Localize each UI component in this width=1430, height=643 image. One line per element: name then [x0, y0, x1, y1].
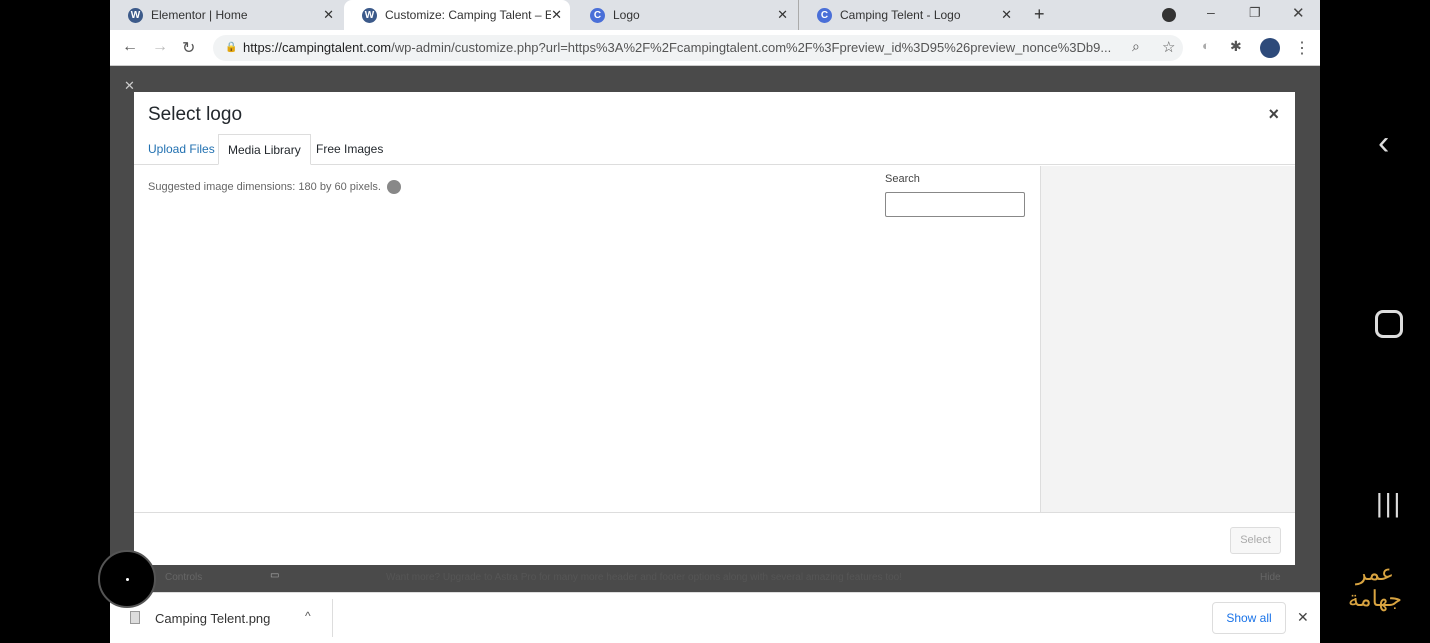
profile-dropdown-icon[interactable] [1162, 8, 1176, 22]
extension-icon[interactable]: ◐ [1202, 38, 1210, 53]
file-icon [130, 611, 140, 624]
address-bar-row: ← → ↻ 🔒 https://campingtalent.com/wp-adm… [110, 30, 1320, 66]
close-window-icon[interactable]: ✕ [1292, 4, 1305, 22]
watermark: عمر جهامة [1340, 560, 1410, 612]
wordpress-icon: W [362, 7, 377, 23]
tab-bar: W Elementor | Home ✕ W Customize: Campin… [110, 0, 1320, 30]
c-logo-icon: C [817, 7, 832, 23]
browser-tab-camping-telent-logo[interactable]: C Camping Telent - Logo ✕ [798, 0, 1020, 30]
desktop-preview-icon[interactable]: ▭ [270, 570, 279, 581]
tab-title: Customize: Camping Talent – Eve [385, 8, 551, 22]
loading-spinner-icon [386, 180, 401, 194]
customizer-page: ✕ Select logo × Upload Files Media Libra… [110, 66, 1320, 592]
controls-label: Controls [165, 572, 203, 583]
tab-upload-files[interactable]: Upload Files [139, 134, 224, 165]
reload-icon[interactable]: ↻ [182, 38, 195, 58]
restore-icon[interactable]: ❐ [1249, 5, 1261, 21]
search-input[interactable] [885, 192, 1025, 217]
url-path: /wp-admin/customize.php?url=https%3A%2F%… [391, 40, 1112, 55]
download-bar: Camping Telent.png ^ Show all ✕ [110, 592, 1320, 643]
select-button[interactable]: Select [1230, 527, 1281, 554]
touch-indicator [98, 550, 156, 608]
android-nav-bar: ‹ ||| [1320, 0, 1430, 643]
browser-window: W Elementor | Home ✕ W Customize: Campin… [110, 0, 1320, 643]
hint-text: Suggested image dimensions: 180 by 60 pi… [148, 181, 381, 193]
c-logo-icon: C [590, 7, 605, 23]
tab-title: Camping Telent - Logo [840, 8, 961, 22]
tab-title: Logo [613, 8, 640, 22]
upgrade-notice: Want more? Upgrade to Astra Pro for many… [386, 572, 903, 583]
chevron-up-icon[interactable]: ^ [305, 609, 311, 623]
forward-icon[interactable]: → [152, 38, 168, 56]
tab-title: Elementor | Home [151, 8, 248, 22]
watermark-line1: عمر [1356, 560, 1394, 585]
close-modal-button[interactable]: × [1268, 104, 1279, 125]
close-download-bar-icon[interactable]: ✕ [1297, 609, 1309, 626]
show-all-button[interactable]: Show all [1212, 602, 1286, 634]
search-label: Search [885, 173, 920, 185]
new-tab-icon[interactable]: + [1034, 4, 1045, 25]
select-logo-modal: Select logo × Upload Files Media Library… [134, 92, 1295, 565]
modal-title: Select logo [148, 104, 243, 125]
home-nav-icon[interactable] [1375, 310, 1403, 338]
minimize-icon[interactable]: – [1207, 4, 1215, 20]
browser-tab-customize[interactable]: W Customize: Camping Talent – Eve ✕ [344, 0, 570, 30]
modal-footer: Select [134, 512, 1295, 565]
recents-nav-icon[interactable]: ||| [1376, 488, 1402, 519]
attachment-details-sidebar [1040, 166, 1295, 512]
browser-tab-elementor[interactable]: W Elementor | Home ✕ [110, 0, 342, 30]
modal-tabs: Upload Files Media Library Free Images [134, 134, 1295, 165]
wordpress-icon: W [128, 7, 143, 23]
extensions-puzzle-icon[interactable]: ✱ [1230, 38, 1242, 55]
url-field[interactable]: 🔒 https://campingtalent.com/wp-admin/cus… [213, 35, 1183, 61]
tab-media-library[interactable]: Media Library [218, 134, 311, 165]
avatar[interactable] [1260, 38, 1280, 58]
hide-button[interactable]: Hide [1260, 572, 1281, 583]
watermark-line2: جهامة [1347, 586, 1403, 611]
close-tab-icon[interactable]: ✕ [777, 7, 788, 23]
back-nav-icon[interactable]: ‹ [1378, 124, 1389, 163]
lock-icon: 🔒 [225, 42, 238, 53]
close-tab-icon[interactable]: ✕ [323, 7, 334, 23]
customizer-footer: Controls ▭ Want more? Upgrade to Astra P… [110, 565, 1320, 592]
menu-icon[interactable]: ⋮ [1294, 38, 1310, 58]
browser-tab-logo[interactable]: C Logo ✕ [572, 0, 796, 30]
url-host: https://campingtalent.com [243, 40, 392, 55]
close-tab-icon[interactable]: ✕ [551, 7, 562, 23]
tab-free-images[interactable]: Free Images [307, 134, 392, 165]
divider [332, 599, 333, 637]
zoom-icon[interactable]: ⌕ [1132, 38, 1140, 55]
back-icon[interactable]: ← [122, 38, 138, 56]
suggested-dimensions: Suggested image dimensions: 180 by 60 pi… [148, 180, 401, 194]
bookmark-star-icon[interactable]: ☆ [1162, 38, 1175, 56]
download-item[interactable]: Camping Telent.png [155, 611, 270, 626]
close-tab-icon[interactable]: ✕ [1001, 7, 1012, 23]
